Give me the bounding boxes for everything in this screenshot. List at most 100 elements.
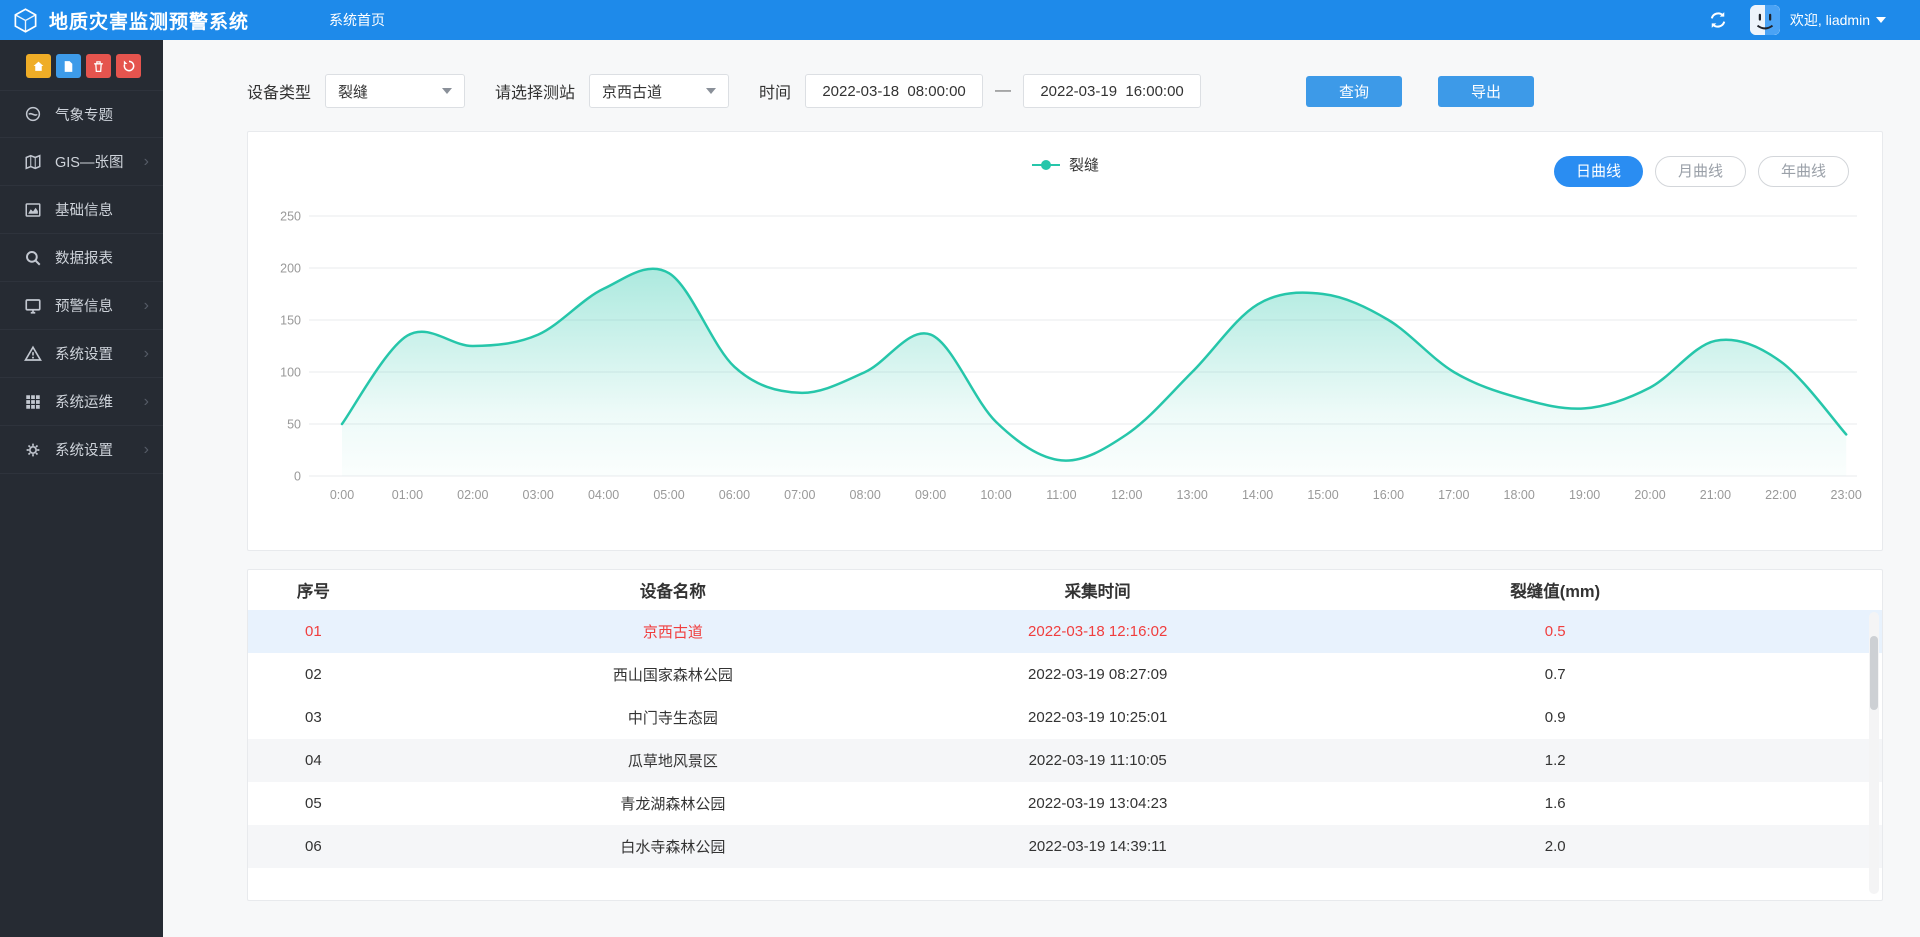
table-row[interactable]: 01京西古道2022-03-18 12:16:020.5: [248, 610, 1882, 653]
x-axis-label: 10:00: [980, 488, 1011, 502]
crack-value-cell: 0.7: [1228, 653, 1882, 696]
x-axis-label: 14:00: [1242, 488, 1273, 502]
quick-recycle-button[interactable]: [116, 54, 141, 78]
x-axis-label: 18:00: [1504, 488, 1535, 502]
map-icon: [24, 153, 42, 171]
chart-icon: [24, 201, 42, 219]
table-row[interactable]: 06白水寺森林公园2022-03-19 14:39:112.0: [248, 825, 1882, 868]
collect-time-cell: 2022-03-19 08:27:09: [967, 653, 1228, 696]
station-value: 京西古道: [602, 81, 662, 102]
device-type-select[interactable]: 裂缝: [325, 74, 465, 108]
table-row[interactable]: 05青龙湖森林公园2022-03-19 13:04:231.6: [248, 782, 1882, 825]
query-button[interactable]: 查询: [1306, 76, 1402, 107]
x-axis-label: 17:00: [1438, 488, 1469, 502]
chevron-down-icon: [442, 88, 452, 94]
time-range-separator: —: [995, 82, 1011, 100]
x-axis-label: 23:00: [1831, 488, 1862, 502]
device-name-cell: 京西古道: [379, 610, 967, 653]
crack-value-cell: 1.2: [1228, 739, 1882, 782]
sidebar-item-chart[interactable]: 基础信息: [0, 186, 163, 234]
sidebar-item-label: 系统设置: [55, 343, 113, 364]
chevron-right-icon: ›: [144, 394, 149, 410]
avatar[interactable]: [1750, 5, 1780, 35]
sidebar-quick-buttons: [0, 40, 163, 90]
device-name-cell: 西山国家森林公园: [379, 653, 967, 696]
grid-icon: [24, 393, 42, 411]
page-title: 地质灾害监测预警系统: [49, 7, 249, 34]
crack-value-cell: 0.9: [1228, 696, 1882, 739]
sidebar-item-grid[interactable]: 系统运维 ›: [0, 378, 163, 426]
x-axis-label: 22:00: [1765, 488, 1796, 502]
search-icon: [24, 249, 42, 267]
table-scrollbar-thumb[interactable]: [1870, 636, 1878, 710]
x-axis-label: 08:00: [850, 488, 881, 502]
quick-file-button[interactable]: [56, 54, 81, 78]
table-row[interactable]: 02西山国家森林公园2022-03-19 08:27:090.7: [248, 653, 1882, 696]
x-axis-label: 20:00: [1634, 488, 1665, 502]
sidebar-item-label: 数据报表: [55, 247, 113, 268]
tab-day-curve[interactable]: 日曲线: [1554, 156, 1643, 187]
column-header-time: 采集时间: [967, 570, 1228, 610]
legend-label: 裂缝: [1069, 154, 1099, 175]
device-type-label: 设备类型: [247, 79, 311, 103]
chevron-down-icon: [706, 88, 716, 94]
station-select[interactable]: 京西古道: [589, 74, 729, 108]
main-content: 设备类型 裂缝 请选择测站 京西古道 时间 — 查询 导出 裂缝 日曲线 月曲线…: [163, 40, 1920, 937]
time-label: 时间: [759, 79, 791, 103]
x-axis-label: 09:00: [915, 488, 946, 502]
sidebar-item-label: 系统运维: [55, 391, 113, 412]
y-axis-label: 200: [280, 262, 301, 276]
time-end-input[interactable]: [1023, 74, 1201, 108]
crack-value-cell: 1.6: [1228, 782, 1882, 825]
home-icon: [32, 60, 45, 73]
device-type-value: 裂缝: [338, 81, 368, 102]
y-axis-label: 150: [280, 314, 301, 328]
table-row[interactable]: 03中门寺生态园2022-03-19 10:25:010.9: [248, 696, 1882, 739]
column-header-no: 序号: [248, 570, 379, 610]
sidebar-item-map[interactable]: GIS—张图›: [0, 138, 163, 186]
quick-trash-button[interactable]: [86, 54, 111, 78]
chevron-down-icon[interactable]: [1876, 17, 1886, 23]
sidebar-item-label: 系统设置: [55, 439, 113, 460]
warning-icon: [24, 345, 42, 363]
device-name-cell: 青龙湖森林公园: [379, 782, 967, 825]
monitor-icon: [24, 297, 42, 315]
x-axis-label: 03:00: [523, 488, 554, 502]
sidebar-item-search[interactable]: 数据报表: [0, 234, 163, 282]
sidebar-item-label: 基础信息: [55, 199, 113, 220]
sidebar-item-weather[interactable]: 气象专题: [0, 90, 163, 138]
x-axis-label: 21:00: [1700, 488, 1731, 502]
table-row[interactable]: 04瓜草地风景区2022-03-19 11:10:051.2: [248, 739, 1882, 782]
table-header-row: 序号 设备名称 采集时间 裂缝值(mm): [248, 570, 1882, 610]
row-no-cell: 04: [248, 739, 379, 782]
sidebar-item-warning[interactable]: 系统设置›: [0, 330, 163, 378]
legend-item[interactable]: 裂缝: [1031, 154, 1099, 175]
row-no-cell: 01: [248, 610, 379, 653]
chevron-right-icon: ›: [144, 154, 149, 170]
device-name-cell: 白水寺森林公园: [379, 825, 967, 868]
tab-month-curve[interactable]: 月曲线: [1655, 156, 1746, 187]
nav-tab-home[interactable]: 系统首页: [329, 10, 385, 30]
collect-time-cell: 2022-03-19 14:39:11: [967, 825, 1228, 868]
y-axis-label: 100: [280, 366, 301, 380]
filter-bar: 设备类型 裂缝 请选择测站 京西古道 时间 — 查询 导出: [247, 73, 1883, 109]
table-scrollbar[interactable]: [1869, 612, 1879, 894]
legend-marker: [1031, 159, 1061, 171]
refresh-icon[interactable]: [1708, 10, 1728, 30]
x-axis-label: 16:00: [1373, 488, 1404, 502]
quick-home-button[interactable]: [26, 54, 51, 78]
sidebar-item-monitor[interactable]: 预警信息›: [0, 282, 163, 330]
crack-value-cell: 0.5: [1228, 610, 1882, 653]
x-axis-label: 19:00: [1569, 488, 1600, 502]
time-start-input[interactable]: [805, 74, 983, 108]
tab-year-curve[interactable]: 年曲线: [1758, 156, 1849, 187]
collect-time-cell: 2022-03-19 13:04:23: [967, 782, 1228, 825]
x-axis-label: 11:00: [1046, 488, 1076, 502]
x-axis-label: 05:00: [653, 488, 684, 502]
column-header-name: 设备名称: [379, 570, 967, 610]
welcome-text[interactable]: 欢迎, liadmin: [1790, 10, 1870, 30]
export-button[interactable]: 导出: [1438, 76, 1534, 107]
x-axis-label: 15:00: [1307, 488, 1338, 502]
x-axis-label: 0:00: [330, 488, 354, 502]
sidebar-item-gear[interactable]: 系统设置›: [0, 426, 163, 474]
